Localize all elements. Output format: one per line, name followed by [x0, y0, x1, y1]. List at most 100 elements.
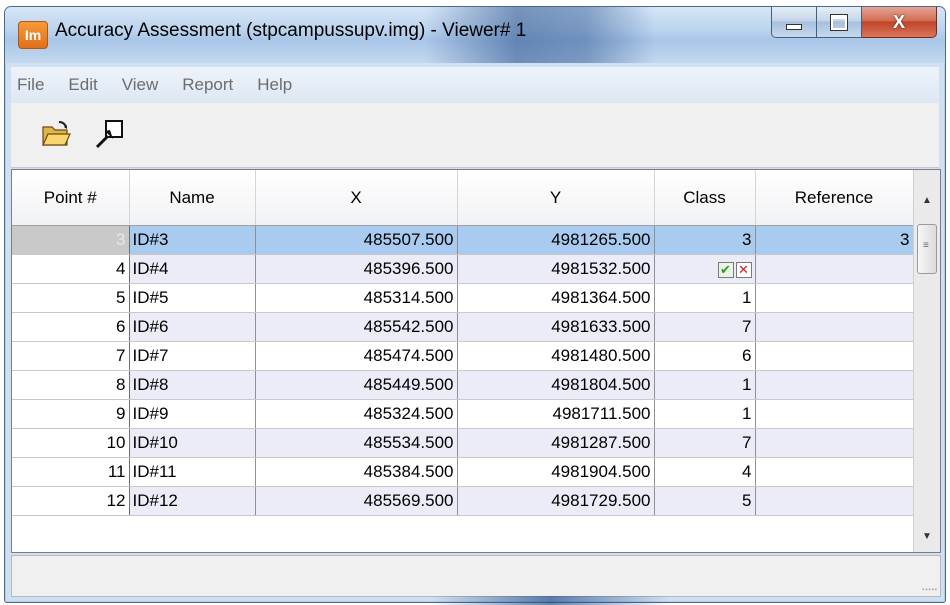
open-folder-icon — [42, 121, 71, 146]
x-cell[interactable]: 485314.500 — [255, 283, 458, 313]
table-row[interactable]: 11 ID#11 485384.500 4981904.500 4 — [12, 457, 914, 487]
x-cell[interactable]: 485474.500 — [255, 341, 458, 371]
menu-bar: File Edit View Report Help — [11, 67, 939, 103]
menu-report[interactable]: Report — [170, 75, 245, 95]
y-cell[interactable]: 4981265.500 — [457, 225, 655, 255]
reference-cell[interactable] — [755, 399, 914, 429]
y-cell[interactable]: 4981804.500 — [457, 370, 655, 400]
name-cell[interactable]: ID#6 — [129, 312, 256, 342]
y-cell[interactable]: 4981633.500 — [457, 312, 655, 342]
scroll-thumb[interactable]: ≡ — [917, 224, 937, 274]
minimize-button[interactable] — [771, 7, 817, 38]
menu-view[interactable]: View — [110, 75, 171, 95]
name-cell[interactable]: ID#8 — [129, 370, 256, 400]
x-cell[interactable]: 485569.500 — [255, 486, 458, 516]
y-cell[interactable]: 4981364.500 — [457, 283, 655, 313]
table-row[interactable]: 8 ID#8 485449.500 4981804.500 1 — [12, 370, 914, 400]
y-cell[interactable]: 4981904.500 — [457, 457, 655, 487]
point-cell[interactable]: 5 — [12, 283, 130, 313]
reference-cell[interactable] — [755, 428, 914, 458]
vertical-scrollbar[interactable]: ▲ ≡ ▼ — [913, 170, 940, 552]
y-cell[interactable]: 4981532.500 — [457, 254, 655, 284]
col-header-reference[interactable]: Reference — [755, 170, 914, 226]
col-header-name[interactable]: Name — [129, 170, 256, 226]
name-cell[interactable]: ID#10 — [129, 428, 256, 458]
class-cell[interactable]: 6 — [654, 341, 756, 371]
point-cell[interactable]: 8 — [12, 370, 130, 400]
maximize-button[interactable] — [817, 7, 862, 38]
name-cell[interactable]: ID#4 — [129, 254, 256, 284]
table-row[interactable]: 4 ID#4 485396.500 4981532.500 ✔ ✕ — [12, 254, 914, 284]
name-cell[interactable]: ID#5 — [129, 283, 256, 313]
scroll-down-icon[interactable]: ▼ — [914, 526, 940, 548]
close-button[interactable]: X — [862, 7, 937, 38]
table-row[interactable]: 7 ID#7 485474.500 4981480.500 6 — [12, 341, 914, 371]
point-cell[interactable]: 10 — [12, 428, 130, 458]
x-cell[interactable]: 485396.500 — [255, 254, 458, 284]
point-cell[interactable]: 7 — [12, 341, 130, 371]
col-header-class[interactable]: Class — [654, 170, 756, 226]
table-row[interactable]: 3 ID#3 485507.500 4981265.500 3 3 — [12, 225, 914, 255]
reference-cell[interactable] — [755, 283, 914, 313]
reference-cell[interactable] — [755, 254, 914, 284]
points-table: Point # Name X Y Class Reference 3 ID#3 … — [12, 170, 914, 516]
point-cell[interactable]: 11 — [12, 457, 130, 487]
point-cell[interactable]: 4 — [12, 254, 130, 284]
name-cell[interactable]: ID#7 — [129, 341, 256, 371]
y-cell[interactable]: 4981711.500 — [457, 399, 655, 429]
resize-grip-icon[interactable]: ⠠⠤⠤ — [918, 583, 938, 594]
class-cell[interactable]: 1 — [654, 370, 756, 400]
name-cell[interactable]: ID#12 — [129, 486, 256, 516]
table-row[interactable]: 10 ID#10 485534.500 4981287.500 7 — [12, 428, 914, 458]
class-cell-editor[interactable]: ✔ ✕ — [654, 254, 756, 284]
x-cell[interactable]: 485507.500 — [255, 225, 458, 255]
point-cell[interactable]: 9 — [12, 399, 130, 429]
menu-edit[interactable]: Edit — [56, 75, 109, 95]
menu-file[interactable]: File — [11, 75, 56, 95]
x-cell[interactable]: 485324.500 — [255, 399, 458, 429]
name-cell[interactable]: ID#9 — [129, 399, 256, 429]
col-header-x[interactable]: X — [255, 170, 458, 226]
y-cell[interactable]: 4981729.500 — [457, 486, 655, 516]
point-cell[interactable]: 12 — [12, 486, 130, 516]
x-cell[interactable]: 485384.500 — [255, 457, 458, 487]
point-cell[interactable]: 6 — [12, 312, 130, 342]
menu-help[interactable]: Help — [245, 75, 304, 95]
app-logo-icon[interactable]: Im — [18, 21, 48, 49]
reference-cell[interactable] — [755, 486, 914, 516]
class-cell[interactable]: 5 — [654, 486, 756, 516]
reject-x-icon[interactable]: ✕ — [735, 261, 752, 278]
select-point-button[interactable] — [95, 119, 125, 149]
accept-checkbox-icon[interactable]: ✔ — [717, 261, 734, 278]
class-cell[interactable]: 3 — [654, 225, 756, 255]
maximize-icon — [830, 13, 848, 31]
class-cell[interactable]: 4 — [654, 457, 756, 487]
table-row[interactable]: 9 ID#9 485324.500 4981711.500 1 — [12, 399, 914, 429]
reference-cell[interactable] — [755, 457, 914, 487]
class-cell[interactable]: 1 — [654, 283, 756, 313]
y-cell[interactable]: 4981287.500 — [457, 428, 655, 458]
x-cell[interactable]: 485534.500 — [255, 428, 458, 458]
point-cell[interactable]: 3 — [12, 225, 130, 255]
col-header-point[interactable]: Point # — [12, 170, 130, 226]
table-row[interactable]: 12 ID#12 485569.500 4981729.500 5 — [12, 486, 914, 516]
name-cell[interactable]: ID#3 — [129, 225, 256, 255]
class-cell[interactable]: 7 — [654, 312, 756, 342]
y-cell[interactable]: 4981480.500 — [457, 341, 655, 371]
reference-cell[interactable]: 3 — [755, 225, 914, 255]
x-cell[interactable]: 485542.500 — [255, 312, 458, 342]
table-row[interactable]: 5 ID#5 485314.500 4981364.500 1 — [12, 283, 914, 313]
reference-cell[interactable] — [755, 341, 914, 371]
reference-cell[interactable] — [755, 312, 914, 342]
open-folder-button[interactable] — [41, 119, 71, 149]
class-cell[interactable]: 1 — [654, 399, 756, 429]
window-controls: X — [771, 7, 937, 38]
x-cell[interactable]: 485449.500 — [255, 370, 458, 400]
reference-cell[interactable] — [755, 370, 914, 400]
name-cell[interactable]: ID#11 — [129, 457, 256, 487]
title-bar[interactable]: Im Accuracy Assessment (stpcampussupv.im… — [5, 7, 945, 63]
class-cell[interactable]: 7 — [654, 428, 756, 458]
scroll-up-icon[interactable]: ▲ — [914, 190, 940, 212]
table-row[interactable]: 6 ID#6 485542.500 4981633.500 7 — [12, 312, 914, 342]
col-header-y[interactable]: Y — [457, 170, 655, 226]
